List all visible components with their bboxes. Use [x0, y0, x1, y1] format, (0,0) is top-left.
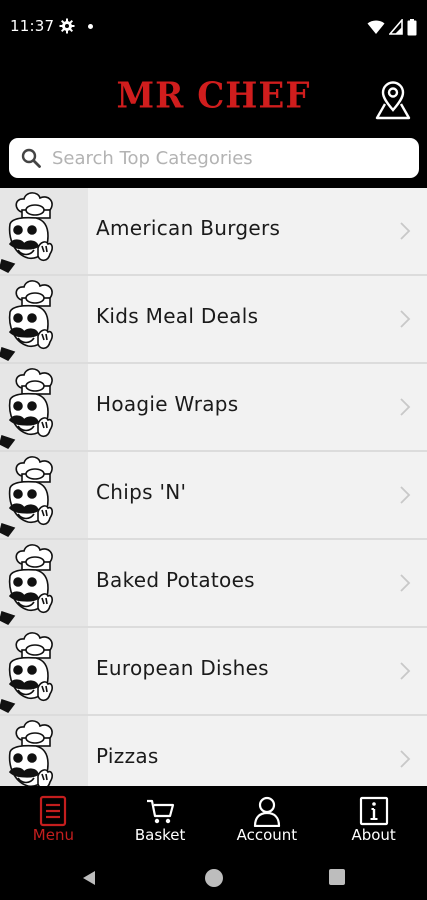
tab-basket-label: Basket — [134, 826, 186, 844]
category-label: European Dishes — [96, 656, 269, 680]
category-row[interactable]: Pizzas — [0, 716, 427, 786]
tab-about-label: About — [351, 826, 396, 844]
bottom-tab-bar: Menu Basket Account About — [0, 786, 427, 856]
chef-mascot-image — [0, 452, 88, 538]
info-icon — [359, 796, 388, 826]
home-icon[interactable] — [205, 869, 223, 887]
search-bar[interactable] — [9, 138, 419, 178]
tab-basket[interactable]: Basket — [107, 786, 214, 856]
category-row[interactable]: Kids Meal Deals — [0, 276, 427, 364]
category-label: Chips 'N' — [96, 480, 187, 504]
category-row[interactable]: European Dishes — [0, 628, 427, 716]
chevron-right-icon — [398, 309, 412, 329]
category-row[interactable]: Baked Potatoes — [0, 540, 427, 628]
app-header: MR CHEF — [0, 56, 427, 188]
category-label: Pizzas — [96, 744, 159, 768]
category-row[interactable]: Hoagie Wraps — [0, 364, 427, 452]
recents-icon[interactable] — [329, 869, 345, 885]
map-pin-icon[interactable] — [373, 80, 413, 120]
category-list[interactable]: American Burgers Kids Meal Deals Hoagie … — [0, 188, 427, 786]
chef-mascot-image — [0, 540, 88, 626]
status-bar: 11:37 — [0, 0, 427, 56]
brand-title: MR CHEF — [116, 75, 311, 117]
tab-about[interactable]: About — [320, 786, 427, 856]
user-icon — [253, 796, 280, 827]
tab-menu-label: Menu — [32, 826, 74, 844]
category-label: American Burgers — [96, 216, 281, 240]
chevron-right-icon — [398, 749, 412, 769]
chevron-right-icon — [398, 661, 412, 681]
tab-menu[interactable]: Menu — [0, 786, 107, 856]
signal-icon — [389, 19, 403, 35]
category-label: Hoagie Wraps — [96, 392, 239, 416]
gear-icon — [59, 18, 75, 34]
wifi-icon — [367, 20, 385, 34]
search-icon — [21, 148, 41, 168]
chevron-right-icon — [398, 485, 412, 505]
notification-dot-icon — [88, 24, 93, 29]
chef-mascot-image — [0, 364, 88, 450]
chef-mascot-image — [0, 276, 88, 362]
system-nav-bar — [0, 856, 427, 900]
chevron-right-icon — [398, 397, 412, 417]
status-time: 11:37 — [10, 17, 55, 35]
status-indicators — [367, 18, 417, 36]
menu-list-icon — [40, 795, 67, 827]
cart-icon — [147, 799, 175, 824]
chef-mascot-image — [0, 628, 88, 714]
tab-account-label: Account — [236, 826, 298, 844]
chevron-right-icon — [398, 221, 412, 241]
chevron-right-icon — [398, 573, 412, 593]
chef-mascot-image — [0, 716, 88, 786]
battery-icon — [407, 18, 417, 35]
category-label: Kids Meal Deals — [96, 304, 259, 328]
tab-account[interactable]: Account — [214, 786, 321, 856]
category-label: Baked Potatoes — [96, 568, 255, 592]
search-input[interactable] — [52, 144, 402, 172]
category-row[interactable]: American Burgers — [0, 188, 427, 276]
back-icon[interactable] — [80, 869, 98, 887]
category-row[interactable]: Chips 'N' — [0, 452, 427, 540]
chef-mascot-image — [0, 188, 88, 274]
